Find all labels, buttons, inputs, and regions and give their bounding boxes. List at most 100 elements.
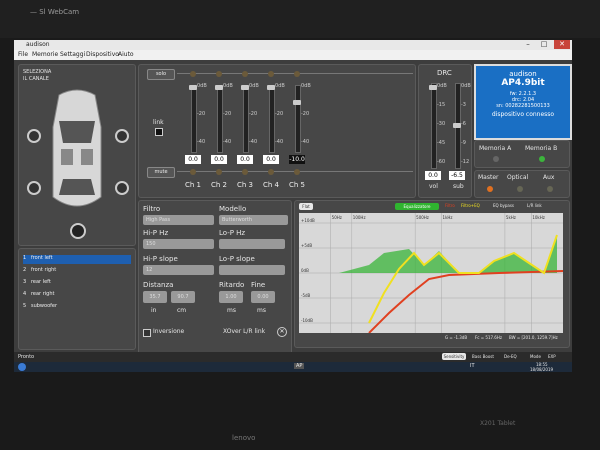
webcam-label: — Sl WebCam: [30, 8, 80, 16]
fader-ch4[interactable]: [269, 85, 275, 153]
mute-dot-ch1[interactable]: [190, 169, 196, 175]
close-button[interactable]: ✕: [554, 40, 570, 49]
master-led[interactable]: [487, 186, 493, 192]
eq-graph[interactable]: +10dB +5dB 0dB -5dB -10dB 50Hz 100Hz 500Hz 1kHz 5…: [299, 213, 563, 333]
fader-knob-ch4[interactable]: [267, 85, 275, 90]
lr-link-label[interactable]: L/R link: [527, 203, 542, 208]
eq-bypass-label[interactable]: EQ bypass: [493, 203, 514, 208]
fader-ch3[interactable]: [243, 85, 249, 153]
drc-sub-label: sub: [453, 183, 464, 190]
hip-hz-select[interactable]: 150: [143, 239, 214, 249]
fader-ch1[interactable]: [191, 85, 197, 153]
channel-row-3[interactable]: 3 rear left: [23, 279, 131, 288]
speaker-rear-right-icon[interactable]: [115, 181, 129, 195]
readout-bw: BW = [201.0, 1259.7]Hz: [509, 335, 558, 340]
memory-a-led[interactable]: [493, 156, 499, 162]
solo-dot-ch4[interactable]: [268, 71, 274, 77]
menu-file[interactable]: File: [18, 51, 28, 58]
channel-row-4[interactable]: 4 rear right: [23, 291, 131, 300]
fader-knob-ch2[interactable]: [215, 85, 223, 90]
channel-row-5[interactable]: 5 subwoofer: [23, 303, 131, 312]
channel-row-1[interactable]: 1 front left: [23, 255, 131, 264]
drc-vol-tick: 0dB: [437, 83, 447, 89]
memory-b-led[interactable]: [539, 156, 545, 162]
distanza-in-field[interactable]: 35.7: [143, 291, 167, 303]
clock-date[interactable]: 18/08/2019: [530, 367, 553, 372]
speaker-front-left-icon[interactable]: [27, 129, 41, 143]
speaker-rear-left-icon[interactable]: [27, 181, 41, 195]
fader-value-ch4[interactable]: 0.0: [263, 155, 279, 164]
lop-hz-select[interactable]: [219, 239, 285, 249]
app-area: SELEZIONA IL CANALE 1 front left 2 front…: [14, 60, 572, 362]
fine-field[interactable]: 0.00: [251, 291, 275, 303]
drc-vol-tick: -15: [437, 102, 446, 108]
channel-name: rear right: [30, 291, 55, 297]
car-top-view: [52, 89, 102, 207]
mute-button[interactable]: mute: [147, 167, 175, 178]
equalizzatore-button[interactable]: Equalizzatore: [395, 203, 439, 210]
fader-ch2[interactable]: [217, 85, 223, 153]
start-button-icon[interactable]: [18, 363, 26, 371]
drc-panel: DRC 0dB -15 -30 -45 -60 0dB -3 -6 -9 -12…: [418, 64, 472, 198]
speaker-front-right-icon[interactable]: [115, 129, 129, 143]
panel-title-2: IL CANALE: [23, 76, 49, 82]
ritardo-field[interactable]: 1.00: [219, 291, 243, 303]
minimize-button[interactable]: –: [520, 40, 536, 49]
menu-memorie[interactable]: Memorie: [32, 51, 58, 58]
distanza-cm-field[interactable]: 90.7: [171, 291, 195, 303]
xover-link-toggle-icon[interactable]: ✕: [277, 327, 287, 337]
fader-knob-ch3[interactable]: [241, 85, 249, 90]
solo-dot-ch5[interactable]: [294, 71, 300, 77]
channel-num: 2: [23, 267, 27, 273]
filtro-button[interactable]: Filtro: [445, 203, 455, 208]
optical-led[interactable]: [517, 186, 523, 192]
aux-led[interactable]: [547, 186, 553, 192]
maximize-button[interactable]: □: [536, 40, 552, 49]
menu-dispositivo[interactable]: Dispositivo: [86, 51, 119, 58]
hip-slope-select[interactable]: 12: [143, 265, 214, 275]
lang-indicator[interactable]: IT: [470, 363, 475, 369]
fader-value-ch1[interactable]: 0.0: [185, 155, 201, 164]
link-checkbox[interactable]: [155, 128, 163, 136]
menu-aiuto[interactable]: Aiuto: [118, 51, 134, 58]
cm-unit: cm: [177, 307, 187, 314]
solo-dot-ch2[interactable]: [216, 71, 222, 77]
distanza-label: Distanza: [143, 281, 174, 289]
fader-tick: -20: [275, 111, 284, 117]
fader-value-ch3[interactable]: 0.0: [237, 155, 253, 164]
lop-slope-label: Lo-P slope: [219, 255, 255, 263]
fader-ch5[interactable]: [295, 85, 301, 153]
mute-dot-ch5[interactable]: [294, 169, 300, 175]
laptop-model: X201 Tablet: [480, 420, 516, 427]
laptop-bezel: — Sl WebCam: [0, 0, 600, 38]
window-titlebar: audison – □ ✕: [14, 40, 572, 50]
drc-sub-knob[interactable]: [453, 123, 461, 128]
sensitivity-button[interactable]: Sensitivity: [442, 353, 466, 360]
solo-button[interactable]: solo: [147, 69, 175, 80]
memory-a-label: Memoria A: [479, 145, 512, 152]
eq-panel: Flat Equalizzatore Filtro Filtro+EQ EQ b…: [294, 200, 570, 348]
mute-dot-ch2[interactable]: [216, 169, 222, 175]
input-panel: Master Optical Aux: [474, 170, 570, 198]
lop-slope-select[interactable]: [219, 265, 285, 275]
filtro-select[interactable]: High Pass: [143, 215, 214, 225]
modello-select[interactable]: Butterworth: [219, 215, 288, 225]
taskbar-ap-button[interactable]: AP: [294, 363, 305, 369]
drc-vol-knob[interactable]: [429, 85, 437, 90]
filtro-eq-button[interactable]: Filtro+EQ: [461, 203, 480, 208]
channel-row-2[interactable]: 2 front right: [23, 267, 131, 276]
fader-value-ch5[interactable]: -10.0: [289, 155, 305, 164]
mute-dot-ch4[interactable]: [268, 169, 274, 175]
flat-button[interactable]: Flat: [299, 203, 313, 210]
fader-knob-ch1[interactable]: [189, 85, 197, 90]
exp-label: EXP: [548, 354, 556, 359]
solo-dot-ch1[interactable]: [190, 71, 196, 77]
mute-dot-ch3[interactable]: [242, 169, 248, 175]
inversione-checkbox[interactable]: [143, 329, 151, 337]
subwoofer-icon[interactable]: [70, 223, 86, 239]
fader-value-ch2[interactable]: 0.0: [211, 155, 227, 164]
fader-tick: -40: [223, 139, 232, 145]
menu-settaggi[interactable]: Settaggi: [60, 51, 85, 58]
solo-dot-ch3[interactable]: [242, 71, 248, 77]
fader-knob-ch5[interactable]: [293, 100, 301, 105]
